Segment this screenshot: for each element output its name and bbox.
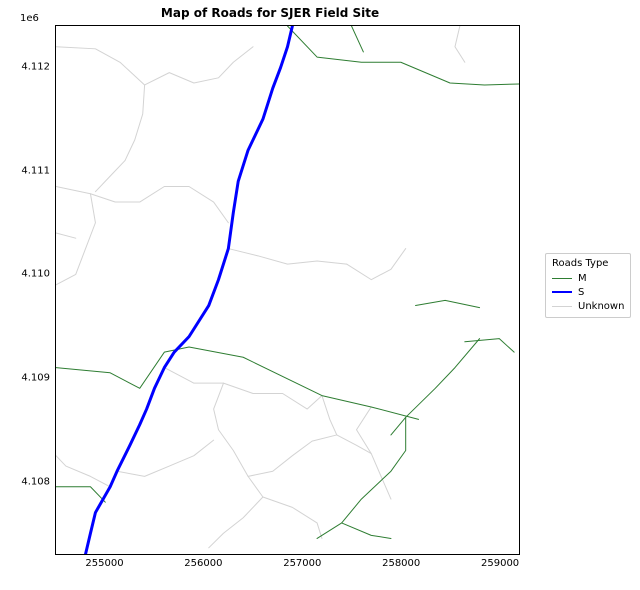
plot-axes bbox=[55, 25, 520, 555]
legend-item-unknown: Unknown bbox=[552, 299, 624, 313]
road-m bbox=[317, 523, 391, 539]
road-unknown bbox=[322, 396, 371, 454]
x-tick: 257000 bbox=[283, 558, 321, 569]
legend-swatch-m bbox=[552, 278, 572, 279]
road-m bbox=[465, 339, 514, 353]
road-m bbox=[56, 487, 105, 502]
legend-item-m: M bbox=[552, 271, 624, 285]
road-m bbox=[416, 300, 480, 307]
legend-label: S bbox=[578, 287, 584, 298]
road-unknown bbox=[164, 368, 322, 409]
plot-title: Map of Roads for SJER Field Site bbox=[0, 6, 540, 20]
legend-swatch-s bbox=[552, 291, 572, 293]
y-axis-exponent: 1e6 bbox=[20, 13, 39, 24]
road-unknown bbox=[248, 435, 337, 476]
road-unknown bbox=[263, 497, 322, 538]
road-unknown bbox=[56, 47, 145, 85]
road-m bbox=[288, 26, 520, 85]
road-unknown bbox=[56, 233, 76, 238]
road-unknown bbox=[56, 186, 228, 222]
legend-swatch-u bbox=[552, 306, 572, 307]
road-unknown bbox=[145, 47, 253, 85]
legend-label: M bbox=[578, 273, 587, 284]
road-unknown bbox=[455, 26, 465, 62]
road-unknown bbox=[209, 497, 263, 548]
road-s bbox=[86, 26, 293, 554]
figure: Map of Roads for SJER Field Site 1e6 255… bbox=[0, 0, 640, 590]
y-tick: 4.112 bbox=[21, 61, 50, 72]
x-tick: 256000 bbox=[184, 558, 222, 569]
legend-title: Roads Type bbox=[552, 258, 624, 269]
road-m bbox=[391, 339, 480, 435]
road-unknown bbox=[56, 456, 110, 487]
x-tick: 255000 bbox=[85, 558, 123, 569]
x-tick: 259000 bbox=[481, 558, 519, 569]
road-unknown bbox=[228, 249, 346, 265]
road-m bbox=[56, 347, 419, 419]
legend: Roads Type M S Unknown bbox=[545, 253, 631, 318]
road-unknown bbox=[347, 249, 406, 280]
legend-label: Unknown bbox=[578, 301, 624, 312]
road-unknown bbox=[117, 440, 214, 476]
y-tick: 4.109 bbox=[21, 373, 50, 384]
road-unknown bbox=[125, 85, 145, 161]
road-m bbox=[352, 26, 364, 52]
legend-item-s: S bbox=[552, 285, 624, 299]
map-canvas bbox=[56, 26, 519, 554]
y-tick: 4.111 bbox=[21, 165, 50, 176]
x-tick: 258000 bbox=[382, 558, 420, 569]
y-tick: 4.108 bbox=[21, 477, 50, 488]
y-tick: 4.110 bbox=[21, 269, 50, 280]
road-unknown bbox=[357, 407, 391, 499]
road-m bbox=[342, 417, 406, 523]
road-unknown bbox=[214, 383, 263, 497]
road-unknown bbox=[95, 161, 125, 192]
road-unknown bbox=[56, 194, 95, 285]
